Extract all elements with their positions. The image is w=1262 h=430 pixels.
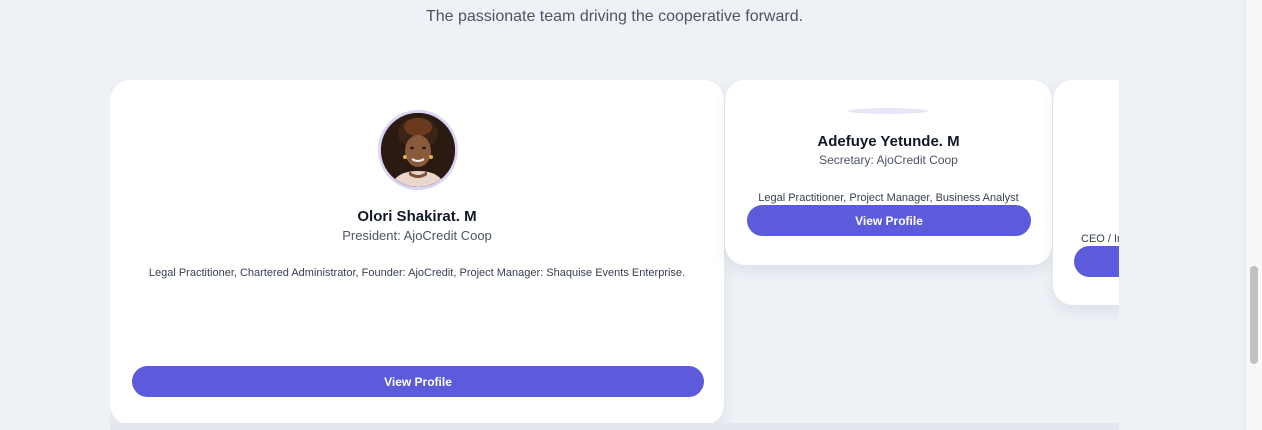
scrollbar-thumb[interactable] (1250, 266, 1258, 364)
view-profile-button[interactable]: View Profile (747, 205, 1031, 236)
section-subtitle: The passionate team driving the cooperat… (425, 8, 804, 25)
page-scrollbar[interactable] (1245, 0, 1262, 430)
carousel-underlay (110, 423, 1119, 430)
team-card-adefuye: Adefuye Yetunde. M Secretary: AjoCredit … (725, 80, 1052, 265)
member-role: President: AjoCredit Coop (342, 228, 492, 243)
member-bio: Legal Practitioner, Chartered Administra… (148, 267, 686, 279)
member-name: Olori Shakirat. M (357, 208, 477, 225)
member-bio: Legal Practitioner, Project Manager, Bus… (758, 192, 1019, 204)
member-role: Secretary: AjoCredit Coop (819, 153, 958, 167)
view-profile-button[interactable] (1074, 246, 1119, 277)
member-name: Adefuye Yetunde. M (817, 133, 960, 150)
avatar-placeholder-icon (848, 108, 928, 114)
page: The passionate team driving the cooperat… (0, 0, 1262, 430)
portrait-photo-icon (381, 113, 455, 187)
team-carousel: Olori Shakirat. M President: AjoCredit C… (110, 80, 1119, 430)
team-card-partial: CEO / In (1053, 80, 1119, 305)
member-bio: CEO / In (1081, 233, 1119, 245)
view-profile-button[interactable]: View Profile (132, 366, 704, 397)
team-card-olori: Olori Shakirat. M President: AjoCredit C… (110, 80, 724, 425)
member-avatar (378, 110, 458, 190)
